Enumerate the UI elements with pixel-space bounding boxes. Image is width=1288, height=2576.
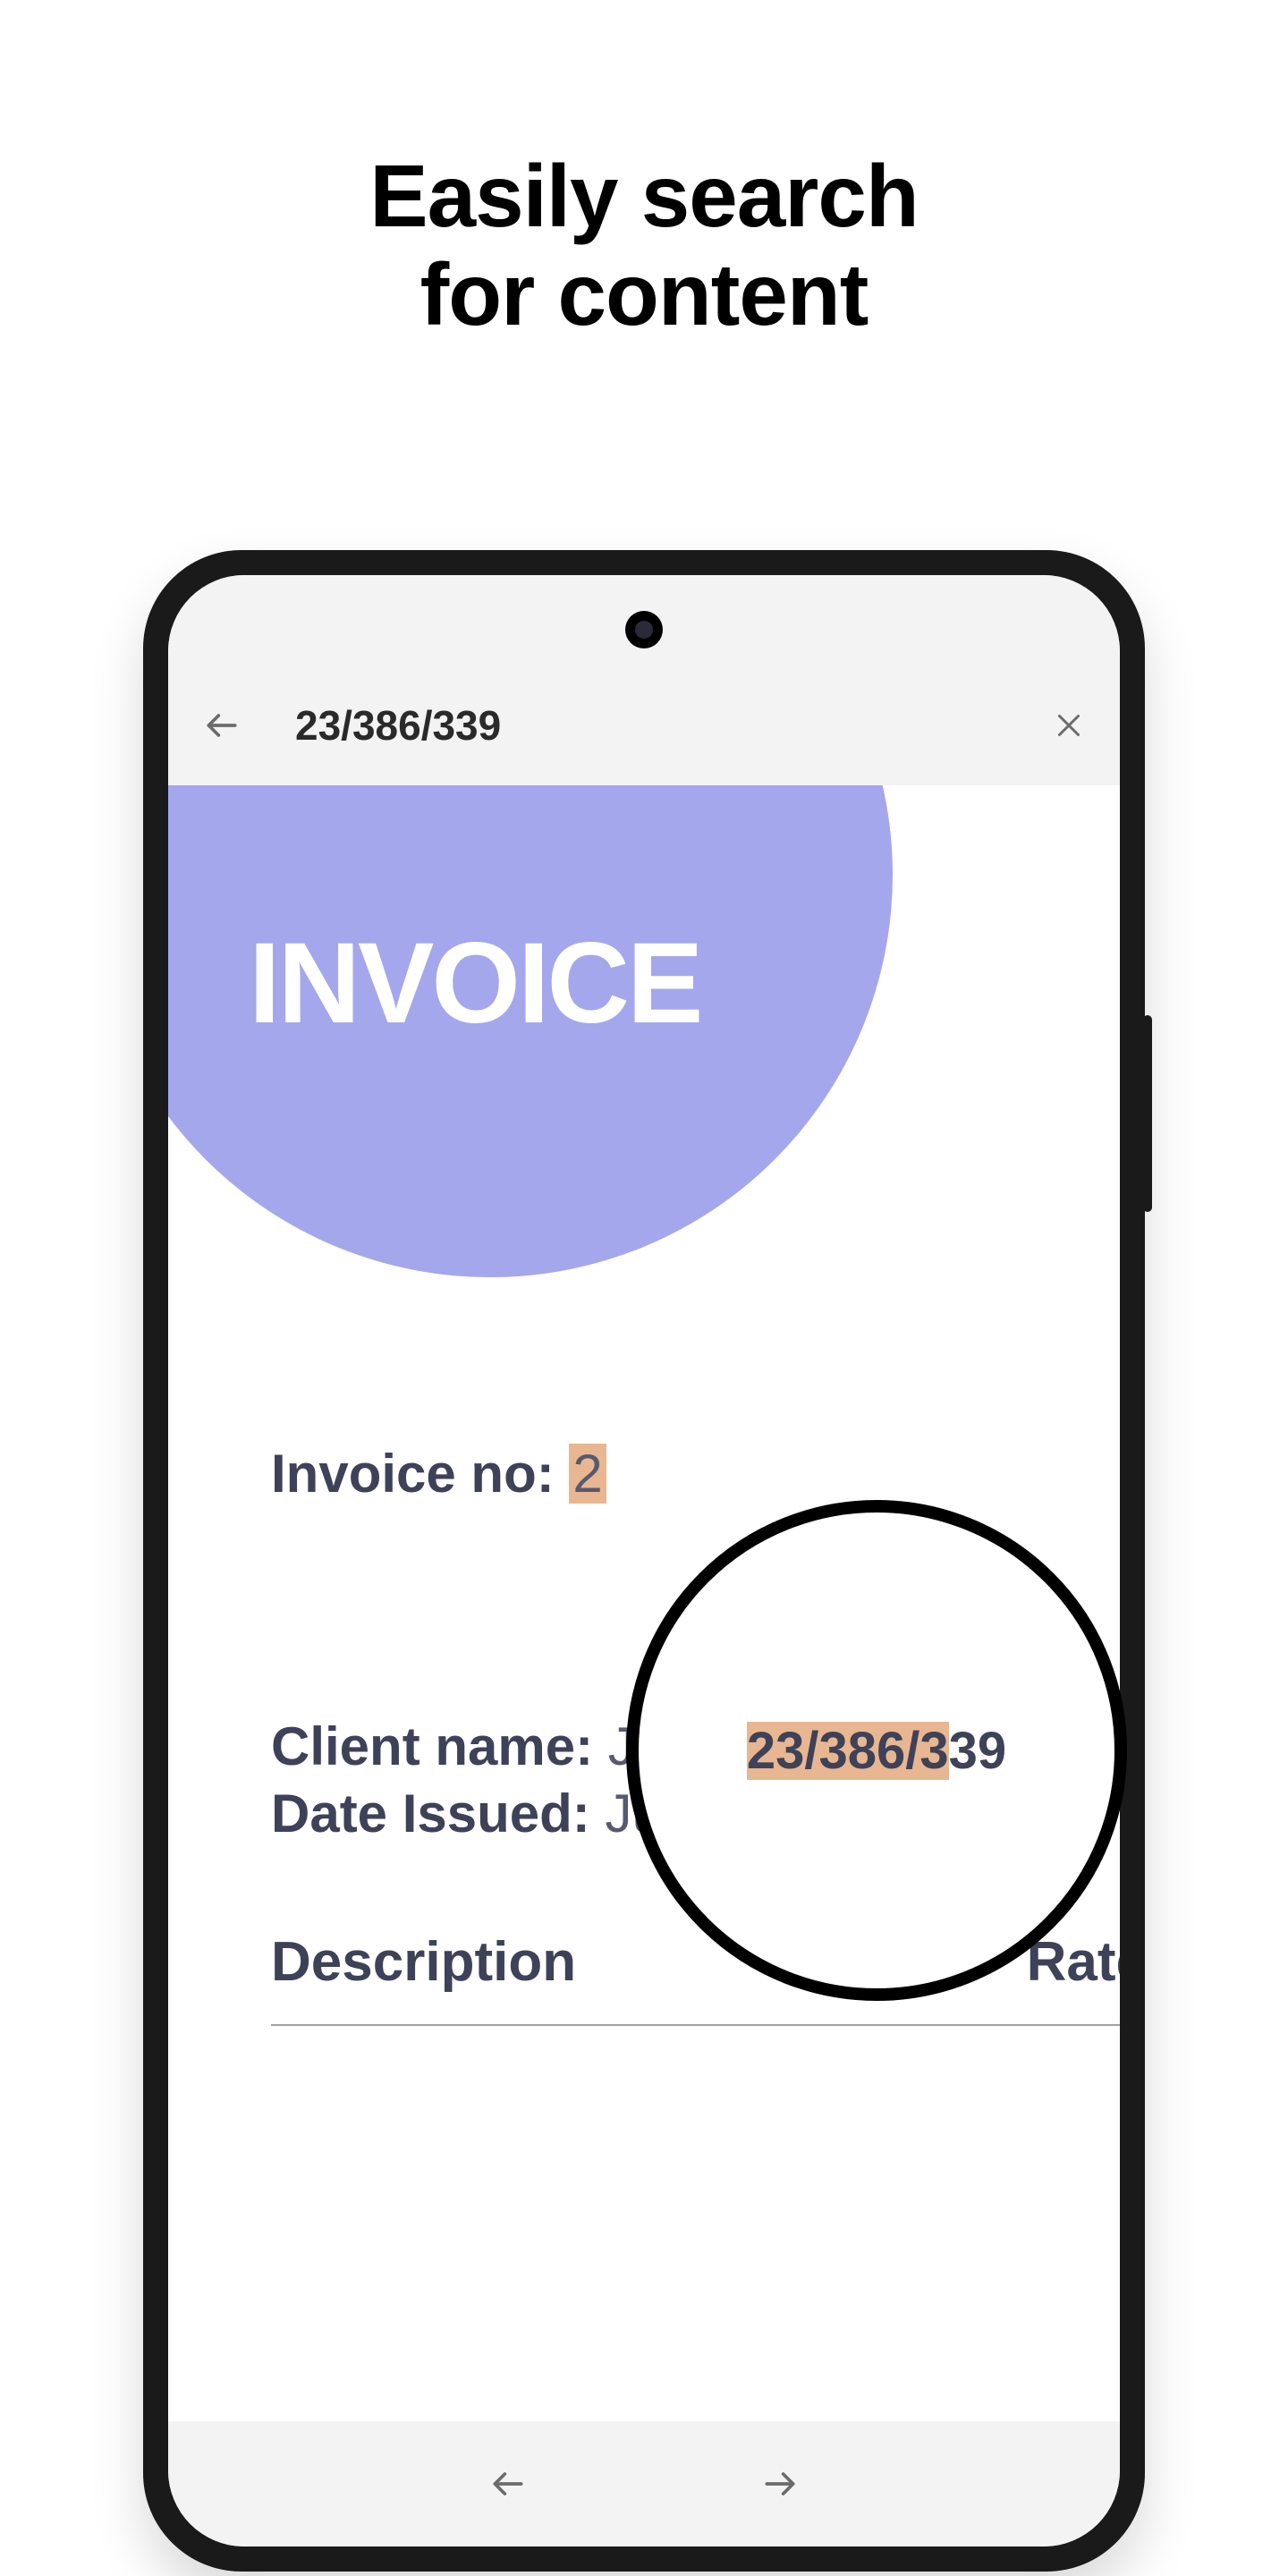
- next-result-icon[interactable]: [760, 2464, 800, 2504]
- magnifier-callout: 23/386/339: [626, 1500, 1127, 2001]
- client-label: Client name:: [271, 1716, 593, 1776]
- result-nav-bar: [168, 2421, 1120, 2546]
- invoice-number-row: Invoice no: 2: [271, 1443, 1120, 1504]
- table-divider: [271, 2024, 1120, 2026]
- phone-camera-cutout: [625, 611, 663, 648]
- search-input[interactable]: 23/386/339: [295, 701, 1046, 750]
- date-label: Date Issued:: [271, 1784, 590, 1843]
- magnified-rest: 39: [949, 1722, 1007, 1780]
- invoice-heading: INVOICE: [249, 918, 700, 1049]
- column-description: Description: [271, 1930, 576, 1994]
- invoice-no-label: Invoice no:: [271, 1444, 555, 1504]
- search-bar: 23/386/339: [168, 665, 1120, 785]
- back-arrow-icon[interactable]: [197, 700, 246, 750]
- phone-side-button: [1143, 1015, 1152, 1212]
- magnified-text: 23/386/339: [747, 1721, 1006, 1781]
- phone-mockup: 23/386/339 INVOICE Invoice no: 2: [143, 550, 1145, 2572]
- prev-result-icon[interactable]: [488, 2464, 528, 2504]
- marketing-headline: Easily search for content: [0, 0, 1288, 344]
- close-icon[interactable]: [1046, 703, 1091, 748]
- invoice-no-value: 2: [569, 1444, 606, 1504]
- headline-line1: Easily search: [0, 148, 1288, 246]
- headline-line2: for content: [0, 246, 1288, 344]
- magnified-highlight: 23/386/3: [747, 1722, 949, 1780]
